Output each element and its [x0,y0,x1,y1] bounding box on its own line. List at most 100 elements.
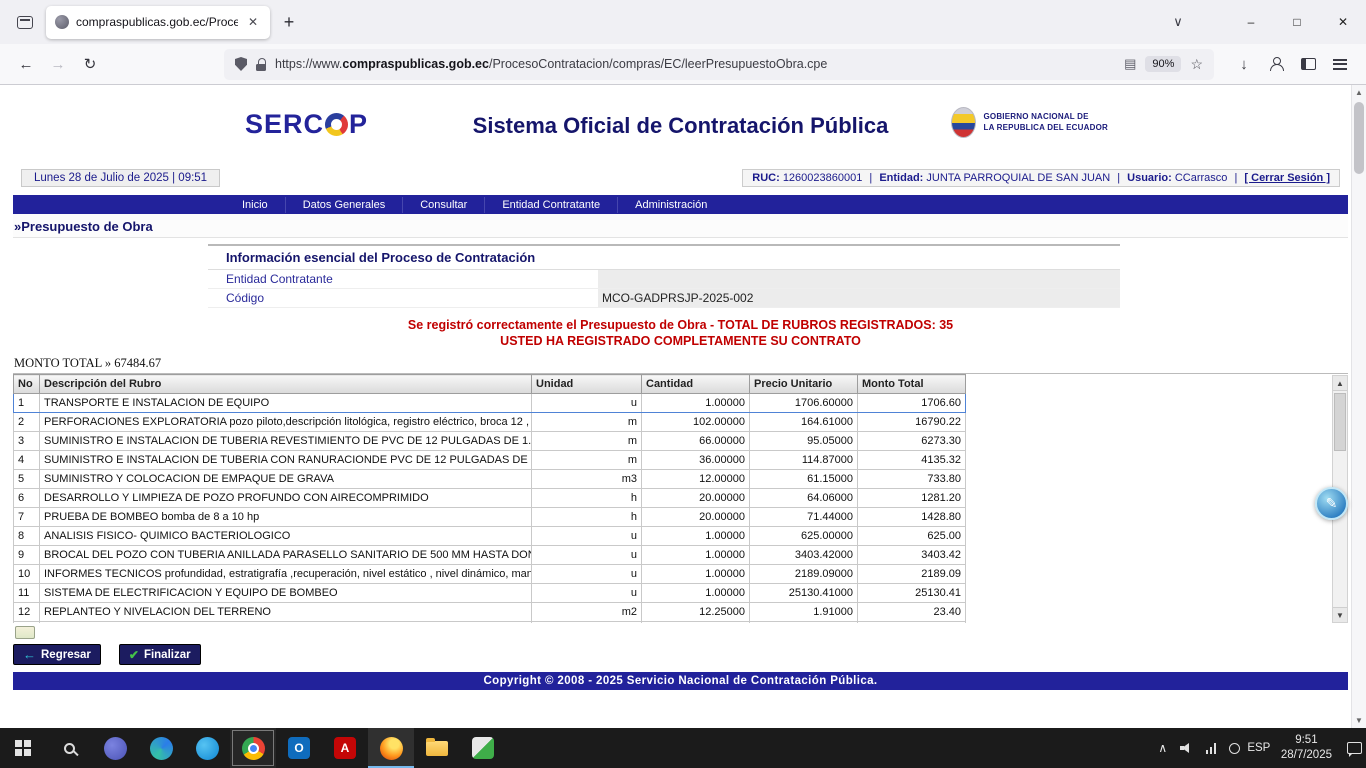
cell: 3403.42000 [750,546,858,565]
nav-item-1[interactable]: Inicio [225,197,285,213]
table-scroll-up-icon[interactable]: ▲ [1333,376,1347,391]
page-scrollbar-thumb[interactable] [1354,102,1364,174]
taskbar-app-explorer[interactable] [414,728,460,768]
reload-button[interactable]: ↻ [74,49,106,79]
cell: SUMINISTRO E INSTALACION DE TUBERIA REVE… [40,432,532,451]
taskbar-search-button[interactable] [46,728,92,768]
cell: m3 [532,470,642,489]
column-header[interactable]: Cantidad [642,375,750,394]
site-favicon-icon [55,15,69,29]
forward-button[interactable]: → [42,49,74,79]
taskbar-app-chrome[interactable] [230,728,276,768]
monto-total: MONTO TOTAL » 67484.67 [14,356,1348,371]
sidebar-icon [1301,58,1316,70]
cell: BROCAL DEL POZO CON TUBERIA ANILLADA PAR… [40,546,532,565]
table-row[interactable]: 4SUMINISTRO E INSTALACION DE TUBERIA CON… [14,451,966,470]
window-close-button[interactable]: ✕ [1320,0,1366,44]
column-header[interactable]: Unidad [532,375,642,394]
taskbar-app-capture[interactable] [460,728,506,768]
network-button[interactable] [1199,728,1223,768]
column-header[interactable]: Descripción del Rubro [40,375,532,394]
firefox-view-button[interactable] [10,7,40,37]
table-row[interactable]: 5SUMINISTRO Y COLOCACION DE EMPAQUE DE G… [14,470,966,489]
reader-mode-icon[interactable]: ▤ [1124,56,1136,72]
column-header[interactable]: No [14,375,40,394]
page-scroll-down-icon[interactable]: ▼ [1352,713,1366,728]
rubros-table: NoDescripción del RubroUnidadCantidadPre… [13,374,966,623]
window-maximize-button[interactable]: □ [1274,0,1320,44]
clock-date: 28/7/2025 [1281,748,1332,763]
table-row[interactable]: 8ANALISIS FISICO- QUIMICO BACTERIOLOGICO… [14,527,966,546]
url-bar[interactable]: https://www.compraspublicas.gob.ec/Proce… [224,49,1214,80]
table-row[interactable]: 13EXCAVACION A PULSOm33.5000011.0600038.… [14,622,966,624]
start-button[interactable] [0,728,46,768]
cell: 13 [14,622,40,624]
nav-item-2[interactable]: Datos Generales [285,197,403,213]
browser-tab[interactable]: compraspublicas.gob.ec/Proce ✕ [46,6,270,39]
windows-logo-icon [15,740,31,756]
lock-icon[interactable] [256,58,266,71]
finalizar-button[interactable]: ✔ Finalizar [119,644,201,665]
list-tabs-chevron-icon[interactable]: ∨ [1162,14,1194,30]
tab-title: compraspublicas.gob.ec/Proce [76,15,238,29]
tray-app-button[interactable] [1223,728,1247,768]
table-row[interactable]: 11SISTEMA DE ELECTRIFICACION Y EQUIPO DE… [14,584,966,603]
downloads-button[interactable]: ↓ [1228,49,1260,79]
taskbar-app-outlook[interactable]: O [276,728,322,768]
entidad-label: Entidad: [879,172,923,184]
column-header[interactable]: Precio Unitario [750,375,858,394]
menu-button[interactable] [1324,49,1356,79]
taskbar-app-skype[interactable] [184,728,230,768]
nav-item-5[interactable]: Administración [617,197,724,213]
table-row[interactable]: 6DESARROLLO Y LIMPIEZA DE POZO PROFUNDO … [14,489,966,508]
cell: m2 [532,603,642,622]
back-arrow-icon: ← [23,648,36,661]
cell: 10 [14,565,40,584]
cell: 1.00000 [642,527,750,546]
page-scrollbar[interactable]: ▲ ▼ [1351,85,1366,728]
back-button[interactable]: ← [10,49,42,79]
grid-tool-icon[interactable] [15,626,35,639]
speaker-icon [1180,743,1194,753]
new-tab-button[interactable]: + [274,7,304,37]
table-row[interactable]: 2PERFORACIONES EXPLORATORIA pozo piloto,… [14,413,966,432]
tracking-protection-shield-icon[interactable] [235,57,247,71]
nav-item-3[interactable]: Consultar [402,197,484,213]
tab-close-icon[interactable]: ✕ [245,14,261,30]
taskbar-app-teams[interactable] [92,728,138,768]
cell: u [532,394,642,413]
language-indicator[interactable]: ESP [1247,728,1271,768]
page-scroll-up-icon[interactable]: ▲ [1352,85,1366,100]
column-header[interactable]: Monto Total [858,375,966,394]
table-row[interactable]: 12REPLANTEO Y NIVELACION DEL TERRENOm212… [14,603,966,622]
account-button[interactable] [1260,49,1292,79]
table-scrollbar-thumb[interactable] [1334,393,1346,451]
sidebar-button[interactable] [1292,49,1324,79]
cell: 1.00000 [642,584,750,603]
action-center-button[interactable] [1342,728,1366,768]
table-row[interactable]: 9BROCAL DEL POZO CON TUBERIA ANILLADA PA… [14,546,966,565]
zoom-indicator[interactable]: 90% [1145,56,1181,72]
table-row[interactable]: 3SUMINISTRO E INSTALACION DE TUBERIA REV… [14,432,966,451]
nav-item-4[interactable]: Entidad Contratante [484,197,617,213]
table-row[interactable]: 7PRUEBA DE BOMBEO bomba de 8 a 10 hph20.… [14,508,966,527]
volume-button[interactable] [1175,728,1199,768]
table-row[interactable]: 10INFORMES TECNICOS profundidad, estrati… [14,565,966,584]
cell: 16790.22 [858,413,966,432]
table-row[interactable]: 1TRANSPORTE E INSTALACION DE EQUIPOu1.00… [14,394,966,413]
hidden-icons-button[interactable]: ∧ [1151,728,1175,768]
regresar-button[interactable]: ← Regresar [13,644,101,665]
cell: m [532,413,642,432]
window-minimize-button[interactable]: – [1228,0,1274,44]
logout-link[interactable]: [ Cerrar Sesión ] [1244,172,1330,184]
taskbar-app-acrobat[interactable]: A [322,728,368,768]
floating-assistant-button[interactable]: ✎ [1315,487,1348,520]
table-scroll-down-icon[interactable]: ▼ [1333,607,1347,622]
cell: PERFORACIONES EXPLORATORIA pozo piloto,d… [40,413,532,432]
cell: u [532,584,642,603]
taskbar-clock[interactable]: 9:51 28/7/2025 [1271,733,1342,763]
page-footer: Copyright © 2008 - 2025 Servicio Naciona… [13,672,1348,690]
bookmark-star-icon[interactable]: ☆ [1190,56,1203,73]
taskbar-app-firefox[interactable] [368,728,414,768]
taskbar-app-edge[interactable] [138,728,184,768]
